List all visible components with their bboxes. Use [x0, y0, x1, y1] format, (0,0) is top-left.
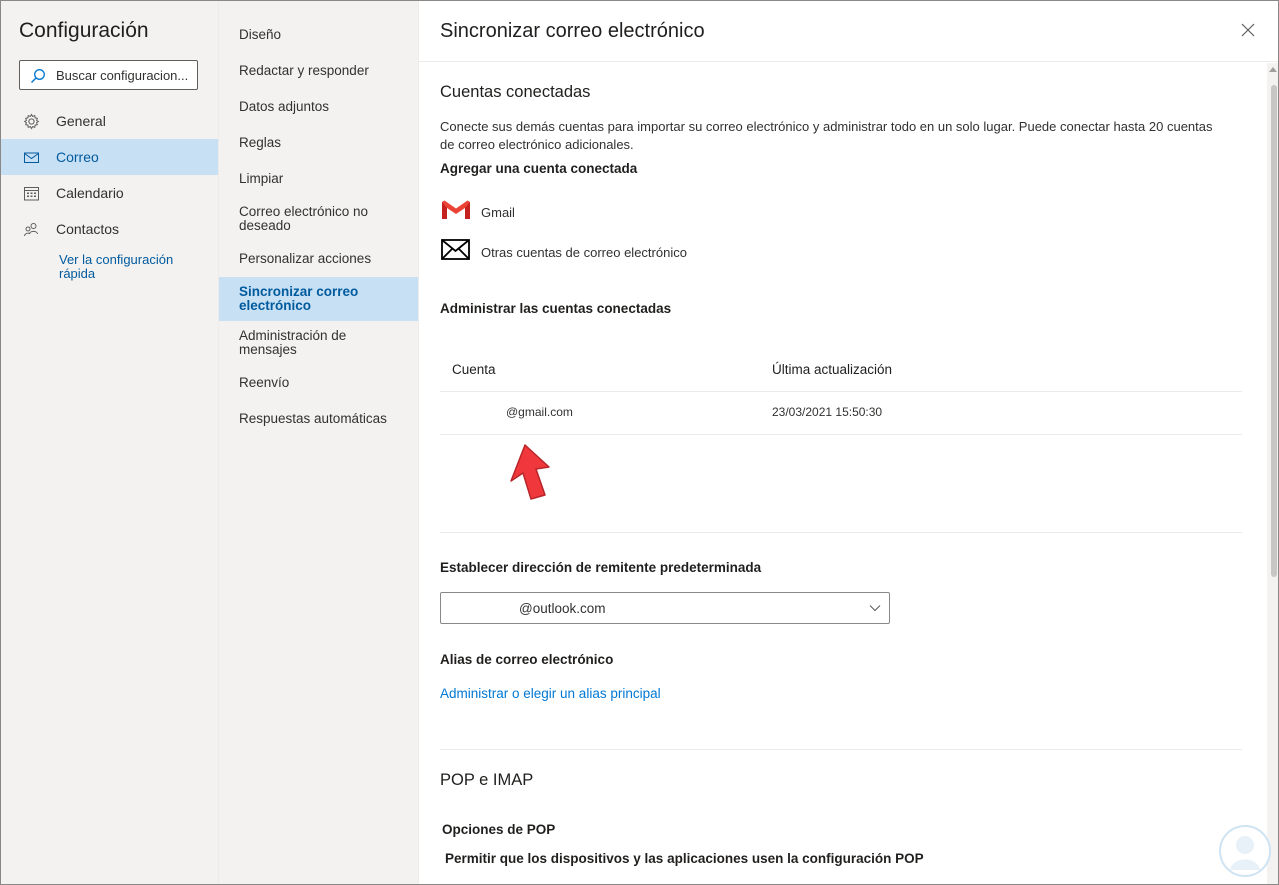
- submenu-item-redactar[interactable]: Redactar y responder: [219, 64, 419, 78]
- submenu-item-sincronizar[interactable]: Sincronizar correo electrónico: [219, 277, 419, 321]
- gear-icon: [23, 113, 40, 130]
- manage-accounts-label: Administrar las cuentas conectadas: [440, 301, 672, 316]
- calendar-icon: [24, 187, 39, 201]
- scrollbar-thumb[interactable]: [1271, 85, 1277, 577]
- sync-email-panel: Sincronizar correo electrónico Cuentas c…: [418, 1, 1278, 884]
- envelope-icon: [441, 239, 470, 260]
- section-divider: [440, 532, 1242, 533]
- settings-nav: Configuración Buscar configuracion... Ge…: [1, 1, 218, 884]
- people-icon: [24, 223, 38, 237]
- nav-item-calendario[interactable]: Calendario: [1, 175, 218, 211]
- search-settings-input[interactable]: Buscar configuracion...: [19, 60, 198, 90]
- gmail-label: Gmail: [481, 205, 515, 220]
- submenu-item-no-deseado[interactable]: Correo electrónico no deseado: [219, 205, 399, 233]
- table-header-divider: [440, 391, 1242, 392]
- submenu-item-reenvio[interactable]: Reenvío: [219, 376, 419, 390]
- updated-cell: 23/03/2021 15:50:30: [772, 405, 883, 419]
- column-header-account: Cuenta: [452, 362, 496, 377]
- submenu-item-limpiar[interactable]: Limpiar: [219, 172, 419, 186]
- nav-item-label: Contactos: [56, 221, 120, 237]
- mail-settings-submenu: Diseño Redactar y responder Datos adjunt…: [218, 1, 419, 884]
- submenu-item-administracion[interactable]: Administración de mensajes: [219, 329, 419, 357]
- section-divider: [440, 749, 1242, 750]
- header-divider: [419, 61, 1278, 62]
- submenu-item-diseno[interactable]: Diseño: [219, 28, 419, 42]
- scroll-up-arrow-icon[interactable]: [1269, 67, 1277, 72]
- other-accounts-option[interactable]: Otras cuentas de correo electrónico: [440, 238, 720, 264]
- submenu-item-personalizar[interactable]: Personalizar acciones: [219, 252, 419, 266]
- submenu-item-respuestas[interactable]: Respuestas automáticas: [219, 412, 419, 426]
- nav-item-correo[interactable]: Correo: [1, 139, 218, 175]
- close-icon[interactable]: [1239, 21, 1257, 39]
- panel-title: Sincronizar correo electrónico: [440, 20, 705, 42]
- watermark-logo-icon: [1219, 825, 1271, 877]
- default-sender-value: @outlook.com: [519, 601, 606, 616]
- search-placeholder: Buscar configuracion...: [56, 68, 189, 83]
- nav-item-general[interactable]: General: [1, 103, 218, 139]
- submenu-item-adjuntos[interactable]: Datos adjuntos: [219, 100, 419, 114]
- settings-window: Configuración Buscar configuracion... Ge…: [0, 0, 1279, 885]
- submenu-item-reglas[interactable]: Reglas: [219, 136, 419, 150]
- email-alias-label: Alias de correo electrónico: [440, 652, 614, 667]
- nav-item-label: Correo: [56, 149, 99, 165]
- gmail-icon: [442, 200, 470, 219]
- other-accounts-label: Otras cuentas de correo electrónico: [481, 245, 687, 260]
- manage-alias-link[interactable]: Administrar o elegir un alias principal: [440, 686, 661, 701]
- mail-icon: [24, 152, 39, 163]
- connected-accounts-description: Conecte sus demás cuentas para importar …: [440, 119, 1213, 152]
- column-header-updated: Última actualización: [772, 362, 893, 377]
- settings-title: Configuración: [19, 19, 149, 42]
- default-sender-label: Establecer dirección de remitente predet…: [440, 560, 762, 575]
- nav-item-contactos[interactable]: Contactos: [1, 211, 218, 247]
- quick-settings-link[interactable]: Ver la configuración rápida: [59, 253, 199, 281]
- nav-item-label: General: [56, 113, 106, 129]
- nav-item-label: Calendario: [56, 185, 124, 201]
- pop-imap-heading: POP e IMAP: [440, 771, 534, 789]
- connected-accounts-heading: Cuentas conectadas: [440, 83, 591, 101]
- add-account-label: Agregar una cuenta conectada: [440, 161, 638, 176]
- pop-options-label: Opciones de POP: [442, 822, 556, 837]
- gmail-option[interactable]: Gmail: [440, 198, 560, 224]
- chevron-down-icon: [869, 605, 881, 612]
- search-icon: [31, 69, 45, 83]
- account-cell[interactable]: @gmail.com: [506, 405, 573, 419]
- default-sender-select[interactable]: @outlook.com: [440, 592, 890, 624]
- annotation-arrow-icon: [510, 444, 550, 500]
- allow-pop-label: Permitir que los dispositivos y las apli…: [445, 851, 924, 866]
- table-row-divider: [440, 434, 1242, 435]
